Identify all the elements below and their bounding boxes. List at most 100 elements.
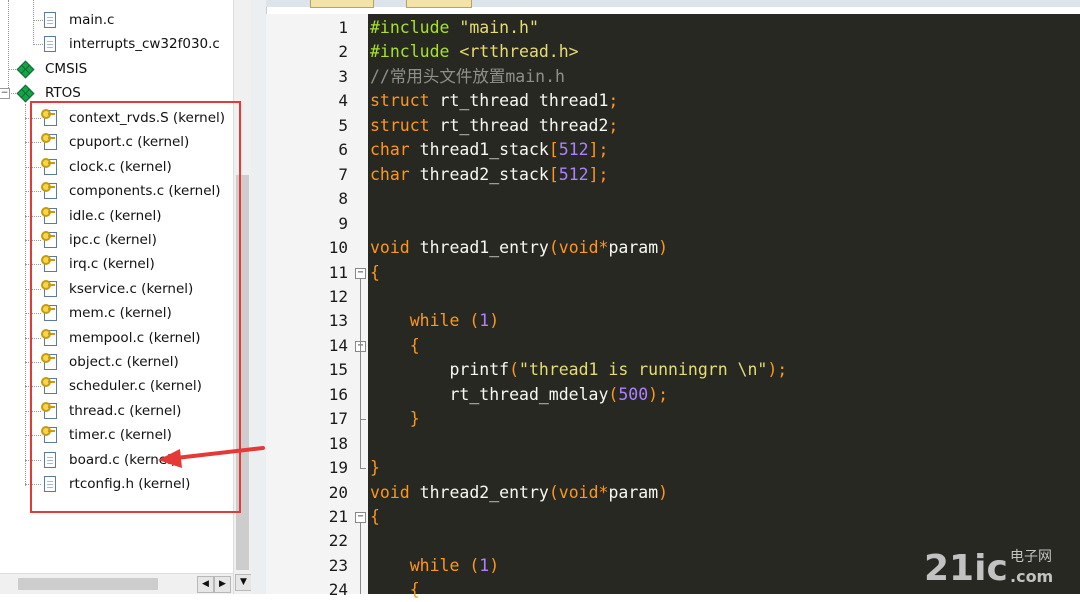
line-number: 10 — [328, 238, 348, 258]
code-line[interactable]: while (1) — [370, 309, 499, 333]
code-token: ( — [469, 311, 480, 331]
code-token: param — [608, 238, 659, 258]
line-number: 11 — [328, 262, 348, 282]
line-number: 23 — [328, 555, 348, 575]
line-number: 2 — [338, 42, 348, 62]
code-token: thread2_stack — [409, 164, 549, 184]
code-line[interactable]: } — [370, 407, 420, 431]
tree-group-cmsis[interactable]: CMSIS — [0, 58, 233, 80]
fold-guide-end — [360, 468, 366, 470]
tab-main-h[interactable] — [406, 0, 472, 8]
svg-text:21ic: 21ic — [924, 548, 1008, 588]
code-token: { — [409, 580, 420, 600]
fold-guide-end — [360, 419, 366, 421]
code-token: void — [370, 238, 410, 258]
code-token: 512 — [558, 164, 589, 184]
line-number: 7 — [338, 164, 348, 184]
code-token: void — [558, 482, 599, 502]
fold-toggle[interactable]: − — [355, 267, 366, 279]
collapse-toggle[interactable]: − — [0, 88, 10, 100]
line-number: 5 — [338, 115, 348, 135]
group-icon — [16, 60, 35, 79]
scroll-right-button[interactable]: ▶ — [214, 576, 231, 593]
scroll-left-button[interactable]: ◀ — [197, 576, 214, 593]
code-line[interactable]: printf("thread1 is runningrn \n"); — [370, 358, 787, 382]
code-line[interactable]: char thread1_stack[512]; — [370, 138, 608, 162]
code-token: ]; — [588, 164, 609, 184]
code-token: char — [370, 140, 410, 160]
code-line[interactable]: struct rt_thread thread2; — [370, 114, 618, 138]
code-line[interactable]: { — [370, 578, 420, 602]
code-token: while — [409, 311, 460, 331]
code-line[interactable]: struct rt_thread thread1; — [370, 89, 618, 113]
code-token: ]; — [588, 140, 609, 160]
tree-item-label: CMSIS — [45, 61, 88, 77]
tree-horizontal-scrollbar[interactable]: ◀ ▶ — [0, 573, 233, 594]
code-line[interactable]: #include "main.h" — [370, 16, 539, 40]
group-icon — [16, 84, 35, 103]
code-token: [ — [548, 140, 559, 160]
code-token: struct — [370, 115, 430, 135]
code-line[interactable]: { — [370, 334, 420, 358]
code-token: printf — [370, 360, 510, 380]
line-number: 14 — [328, 335, 348, 355]
code-token: void — [370, 482, 410, 502]
line-number: 18 — [328, 433, 348, 453]
line-number: 4 — [338, 91, 348, 111]
fold-guide — [360, 351, 361, 420]
code-line[interactable]: //常用头文件放置main.h — [370, 65, 565, 89]
code-token: ( — [608, 384, 619, 404]
rtos-files-highlight-box — [30, 101, 241, 513]
editor-tab-bar — [266, 0, 1080, 8]
line-number: 15 — [328, 360, 348, 380]
code-line[interactable]: { — [370, 261, 380, 285]
code-line[interactable]: char thread2_stack[512]; — [370, 163, 608, 187]
code-token: ( — [548, 238, 559, 258]
code-line[interactable]: while (1) — [370, 554, 499, 578]
fold-toggle[interactable]: − — [355, 512, 366, 523]
tree-file-main-c[interactable]: main.c — [0, 9, 233, 31]
code-line[interactable]: void thread1_entry(void*param) — [370, 236, 668, 260]
tab-main-c[interactable] — [310, 0, 374, 8]
watermark-domain: .com — [1010, 567, 1053, 586]
scroll-down-button[interactable]: ▼ — [235, 574, 252, 591]
line-number: 9 — [338, 213, 348, 233]
watermark-subtitle: 电子网 — [1010, 549, 1052, 565]
code-token: ; — [608, 115, 619, 135]
code-line[interactable]: rt_thread_mdelay(500); — [370, 383, 668, 407]
line-number: 17 — [328, 409, 348, 429]
code-token: rt_thread thread1 — [429, 91, 609, 111]
document-icon — [44, 36, 56, 53]
tree-item-label: interrupts_cw32f030.c — [69, 36, 220, 53]
code-line[interactable]: } — [370, 456, 380, 480]
tree-item-label: main.c — [69, 12, 115, 28]
line-number: 24 — [328, 580, 348, 600]
code-token: struct — [370, 91, 430, 111]
code-token: { — [370, 262, 380, 282]
tree-file-interrupts-cw32f030-c[interactable]: interrupts_cw32f030.c — [0, 33, 233, 55]
code-line[interactable]: #include <rtthread.h> — [370, 40, 579, 64]
code-token: "thread1 is runningrn \n" — [519, 360, 768, 380]
code-token: ( — [469, 555, 480, 575]
tree-horizontal-scroll-thumb[interactable] — [18, 578, 158, 590]
line-number: 20 — [328, 482, 348, 502]
code-token: rt_thread thread2 — [429, 115, 609, 135]
code-token: 1 — [479, 555, 490, 575]
code-token: thread2_entry — [409, 482, 549, 502]
code-token: while — [409, 555, 460, 575]
code-token: <rtthread.h> — [459, 42, 579, 62]
watermark-logo: 21ic 电子网 .com — [924, 548, 1053, 588]
code-token: thread1_entry — [409, 238, 549, 258]
panel-splitter[interactable] — [251, 0, 267, 594]
code-token: ) — [658, 482, 669, 502]
code-line[interactable]: { — [370, 505, 380, 529]
line-number: 1 — [338, 18, 348, 37]
code-token: { — [370, 507, 380, 526]
code-line[interactable]: void thread2_entry(void*param) — [370, 481, 668, 505]
code-token: } — [370, 458, 380, 478]
line-number: 21 — [328, 507, 348, 526]
